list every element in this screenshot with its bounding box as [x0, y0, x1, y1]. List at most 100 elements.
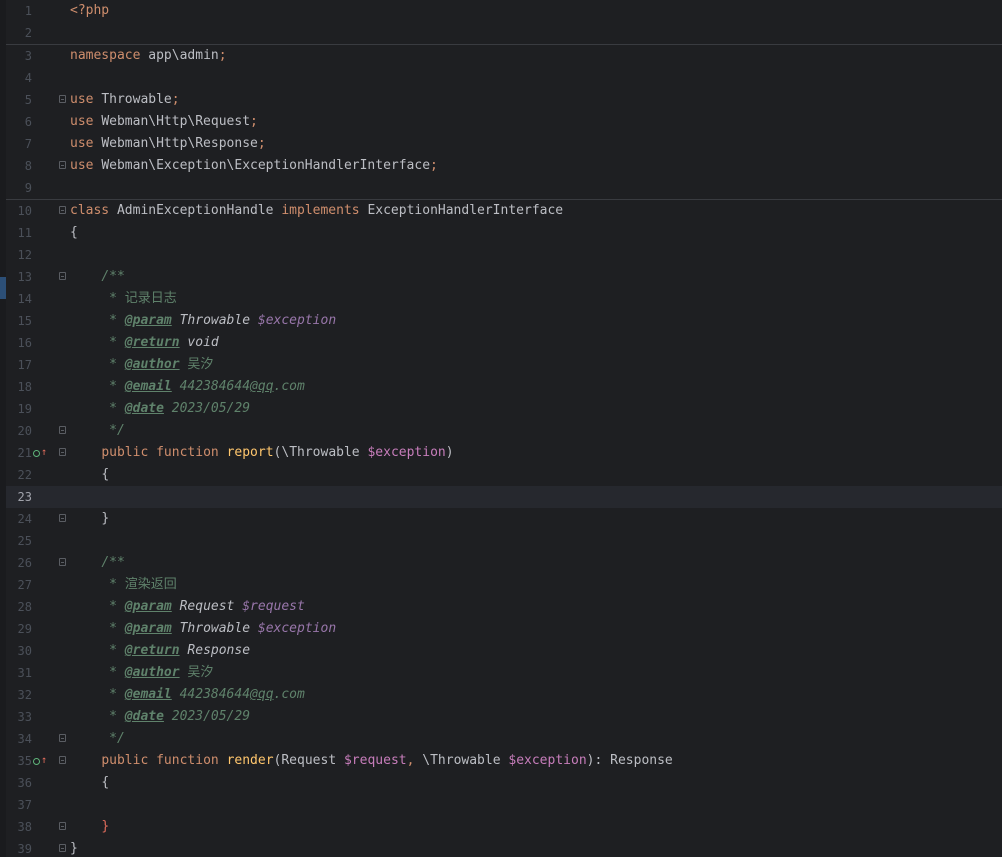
line-number[interactable]: 8: [12, 155, 32, 177]
line-number[interactable]: 28: [12, 596, 32, 618]
code-line-9[interactable]: [70, 177, 1002, 199]
line-number[interactable]: 15: [12, 310, 32, 332]
gutter-line-14[interactable]: 14: [6, 288, 70, 310]
gutter-line-6[interactable]: 6: [6, 111, 70, 133]
method-name[interactable]: render: [227, 753, 274, 768]
gutter-line-5[interactable]: 5: [6, 89, 70, 111]
code-line-39[interactable]: }: [70, 838, 1002, 857]
line-number[interactable]: 37: [12, 794, 32, 816]
code-line-24[interactable]: }: [70, 508, 1002, 530]
fold-marker-icon[interactable]: [59, 844, 66, 852]
code-line-15[interactable]: * @param Throwable $exception: [70, 310, 1002, 332]
gutter-line-13[interactable]: 13: [6, 266, 70, 288]
code-editor[interactable]: 1 2 3 4 5 6 7 8 9 10 11 12 13 14 15 16 17 18 19 20 21 ↑ 22 23 24…: [0, 0, 1002, 857]
gutter-line-30[interactable]: 30: [6, 640, 70, 662]
code-line-1[interactable]: <?php: [70, 0, 1002, 22]
code-line-30[interactable]: * @return Response: [70, 640, 1002, 662]
doc-link[interactable]: @qq: [250, 379, 273, 394]
gutter-line-15[interactable]: 15: [6, 310, 70, 332]
method-name[interactable]: report: [227, 445, 274, 460]
code-line-18[interactable]: * @email 442384644@qq.com: [70, 376, 1002, 398]
line-number[interactable]: 3: [12, 45, 32, 67]
line-number[interactable]: 14: [12, 288, 32, 310]
gutter-line-8[interactable]: 8: [6, 155, 70, 177]
gutter-line-37[interactable]: 37: [6, 794, 70, 816]
line-number[interactable]: 35: [12, 750, 32, 772]
gutter-line-36[interactable]: 36: [6, 772, 70, 794]
line-number[interactable]: 26: [12, 552, 32, 574]
implementing-method-icon[interactable]: ↑: [33, 754, 47, 768]
code-line-27[interactable]: * 渲染返回: [70, 574, 1002, 596]
code-line-31[interactable]: * @author 吴汐: [70, 662, 1002, 684]
gutter-line-9[interactable]: 9: [6, 177, 70, 199]
line-number-gutter[interactable]: 1 2 3 4 5 6 7 8 9 10 11 12 13 14 15 16 17 18 19 20 21 ↑ 22 23 24…: [6, 0, 70, 857]
gutter-line-4[interactable]: 4: [6, 67, 70, 89]
gutter-line-33[interactable]: 33: [6, 706, 70, 728]
code-line-7[interactable]: use Webman\Http\Response;: [70, 133, 1002, 155]
code-line-20[interactable]: */: [70, 420, 1002, 442]
code-line-32[interactable]: * @email 442384644@qq.com: [70, 684, 1002, 706]
fold-marker-icon[interactable]: [59, 206, 66, 214]
code-line-25[interactable]: [70, 530, 1002, 552]
gutter-line-35[interactable]: 35 ↑: [6, 750, 70, 772]
gutter-line-24[interactable]: 24: [6, 508, 70, 530]
code-line-5[interactable]: use Throwable;: [70, 89, 1002, 111]
line-number[interactable]: 25: [12, 530, 32, 552]
line-number[interactable]: 1: [12, 0, 32, 22]
gutter-line-10[interactable]: 10: [6, 199, 70, 222]
line-number[interactable]: 19: [12, 398, 32, 420]
code-line-11[interactable]: {: [70, 222, 1002, 244]
fold-marker-icon[interactable]: [59, 822, 66, 830]
gutter-line-32[interactable]: 32: [6, 684, 70, 706]
line-number[interactable]: 7: [12, 133, 32, 155]
code-line-10[interactable]: class AdminExceptionHandle implements Ex…: [70, 199, 1002, 222]
gutter-line-19[interactable]: 19: [6, 398, 70, 420]
code-line-26[interactable]: /**: [70, 552, 1002, 574]
gutter-line-21[interactable]: 21 ↑: [6, 442, 70, 464]
code-line-19[interactable]: * @date 2023/05/29: [70, 398, 1002, 420]
code-area[interactable]: <?php namespace app\admin; use Throwable…: [70, 0, 1002, 857]
line-number[interactable]: 32: [12, 684, 32, 706]
gutter-line-26[interactable]: 26: [6, 552, 70, 574]
gutter-line-1[interactable]: 1: [6, 0, 70, 22]
gutter-line-12[interactable]: 12: [6, 244, 70, 266]
line-number[interactable]: 31: [12, 662, 32, 684]
code-line-8[interactable]: use Webman\Exception\ExceptionHandlerInt…: [70, 155, 1002, 177]
line-number[interactable]: 6: [12, 111, 32, 133]
gutter-line-11[interactable]: 11: [6, 222, 70, 244]
line-number[interactable]: 10: [12, 200, 32, 222]
line-number[interactable]: 2: [12, 22, 32, 44]
gutter-line-29[interactable]: 29: [6, 618, 70, 640]
fold-marker-icon[interactable]: [59, 272, 66, 280]
line-number[interactable]: 13: [12, 266, 32, 288]
code-line-36[interactable]: {: [70, 772, 1002, 794]
code-line-23[interactable]: [70, 486, 1002, 508]
line-number[interactable]: 12: [12, 244, 32, 266]
line-number[interactable]: 34: [12, 728, 32, 750]
fold-marker-icon[interactable]: [59, 161, 66, 169]
code-line-16[interactable]: * @return void: [70, 332, 1002, 354]
fold-marker-icon[interactable]: [59, 558, 66, 566]
gutter-line-27[interactable]: 27: [6, 574, 70, 596]
code-line-17[interactable]: * @author 吴汐: [70, 354, 1002, 376]
fold-marker-icon[interactable]: [59, 426, 66, 434]
code-line-2[interactable]: [70, 22, 1002, 44]
gutter-line-25[interactable]: 25: [6, 530, 70, 552]
gutter-line-31[interactable]: 31: [6, 662, 70, 684]
line-number[interactable]: 20: [12, 420, 32, 442]
line-number[interactable]: 27: [12, 574, 32, 596]
line-number[interactable]: 23: [12, 486, 32, 508]
code-line-37[interactable]: [70, 794, 1002, 816]
doc-link[interactable]: @qq: [250, 687, 273, 702]
gutter-line-2[interactable]: 2: [6, 22, 70, 44]
code-line-35[interactable]: public function render(Request $request,…: [70, 750, 1002, 772]
fold-marker-icon[interactable]: [59, 756, 66, 764]
gutter-line-3[interactable]: 3: [6, 44, 70, 67]
implementing-method-icon[interactable]: ↑: [33, 446, 47, 460]
fold-marker-icon[interactable]: [59, 514, 66, 522]
line-number[interactable]: 36: [12, 772, 32, 794]
code-line-22[interactable]: {: [70, 464, 1002, 486]
code-line-29[interactable]: * @param Throwable $exception: [70, 618, 1002, 640]
gutter-line-17[interactable]: 17: [6, 354, 70, 376]
line-number[interactable]: 38: [12, 816, 32, 838]
